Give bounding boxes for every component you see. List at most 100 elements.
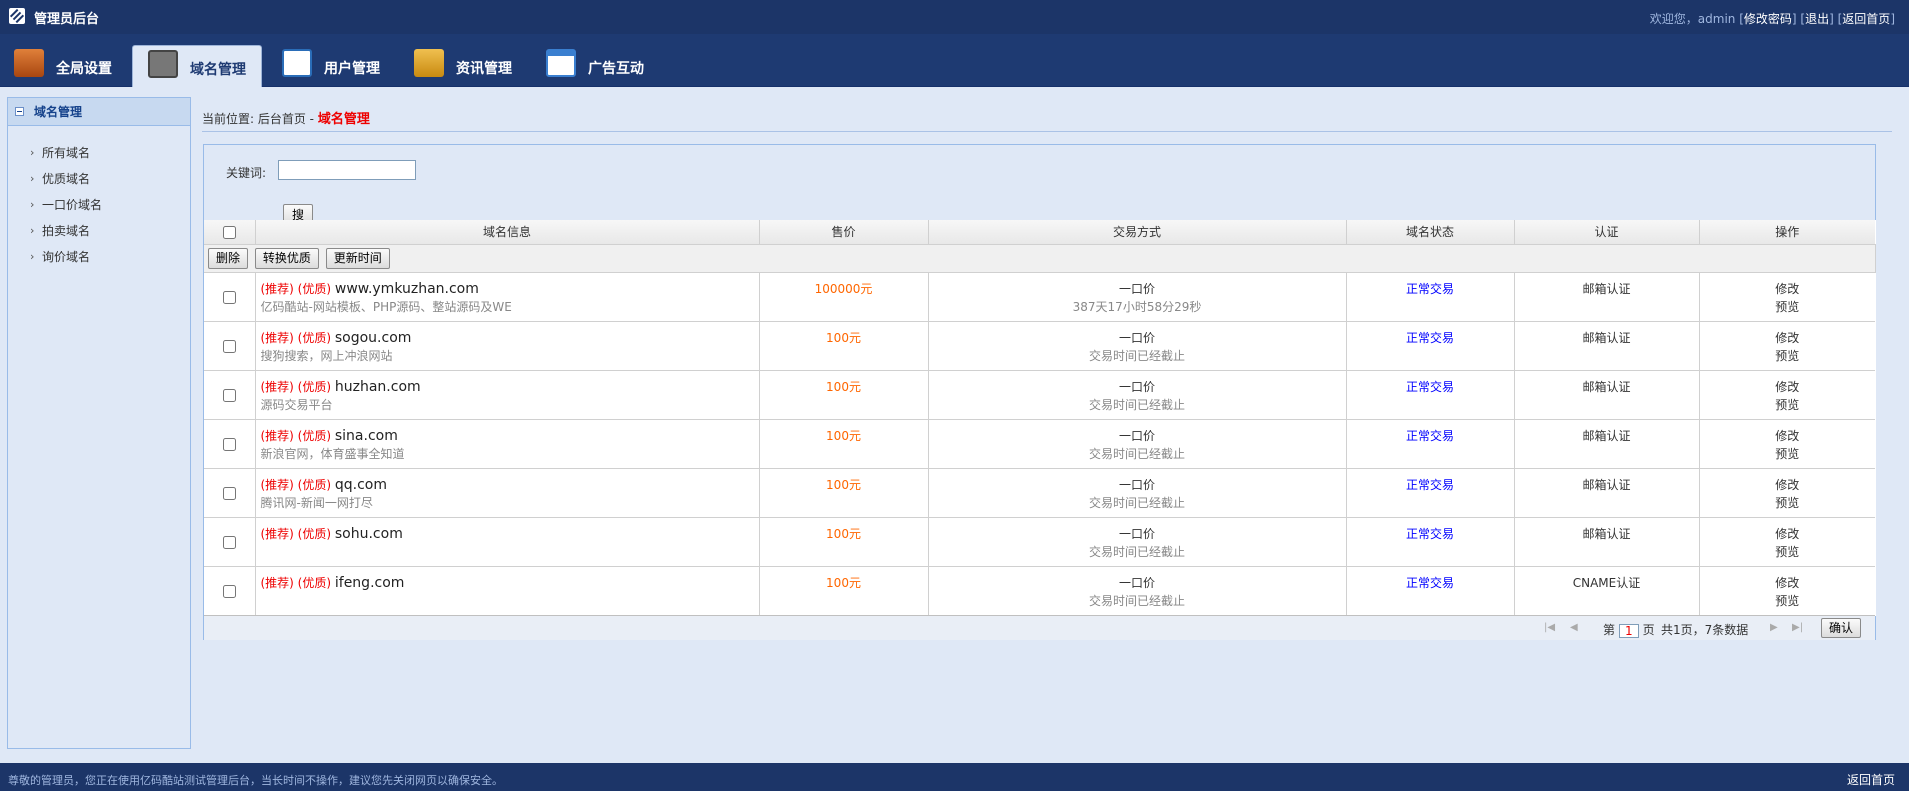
domain-name[interactable]: sohu.com (335, 526, 403, 542)
status-cell: 正常交易 (1346, 517, 1515, 567)
logout-link[interactable]: 退出 (1805, 12, 1829, 26)
footer-message: 尊敬的管理员，您正在使用亿码酷站测试管理后台，当长时间不操作，建议您先关闭网页以… (8, 774, 503, 787)
auth-cell: 邮箱认证 (1514, 272, 1700, 322)
edit-link[interactable]: 修改 (1775, 527, 1799, 541)
convert-premium-button[interactable]: 转换优质 (254, 247, 319, 269)
preview-link[interactable]: 预览 (1775, 496, 1799, 510)
tab-news-management[interactable]: 资讯管理 (400, 45, 528, 87)
price-value: 100元 (826, 526, 861, 541)
trade-mode-detail: 387天17小时58分29秒 (1072, 299, 1202, 314)
edit-link[interactable]: 修改 (1775, 380, 1799, 394)
pagination: |◀ ◀ 第 1 页 共1页，7条数据 ▶ ▶| 确认 (204, 615, 1875, 640)
row-checkbox[interactable] (222, 584, 236, 598)
domain-name[interactable]: qq.com (335, 477, 387, 493)
preview-link[interactable]: 预览 (1775, 398, 1799, 412)
select-all-checkbox[interactable] (222, 225, 236, 239)
column-header[interactable]: 交易方式 (928, 220, 1347, 245)
next-page-icon[interactable]: ▶ (1770, 622, 1778, 633)
row-checkbox[interactable] (222, 486, 236, 500)
auth-cell: 邮箱认证 (1514, 517, 1700, 567)
actions-cell: 修改 预览 (1699, 517, 1875, 567)
sidebar-item-auction-domains[interactable]: › 拍卖域名 (8, 218, 190, 244)
change-password-link[interactable]: 修改密码 (1744, 12, 1792, 26)
preview-link[interactable]: 预览 (1775, 447, 1799, 461)
last-page-icon[interactable]: ▶| (1792, 622, 1803, 633)
main-nav: 全局设置 域名管理 用户管理 资讯管理 广告互动 (0, 34, 1909, 87)
auth-value: 邮箱认证 (1582, 330, 1631, 345)
domain-name[interactable]: sogou.com (335, 330, 412, 346)
preview-link[interactable]: 预览 (1775, 545, 1799, 559)
chevron-right-icon: › (30, 250, 35, 263)
domain-info-cell: (推荐) (优质) www.ymkuzhan.com 亿码酷站-网站模板、PHP源… (255, 272, 760, 322)
sidebar-item-label: 所有域名 (42, 146, 91, 160)
preview-link[interactable]: 预览 (1775, 349, 1799, 363)
sidebar-item-all-domains[interactable]: › 所有域名 (8, 140, 190, 166)
sidebar-item-premium-domains[interactable]: › 优质域名 (8, 166, 190, 192)
domain-info-cell: (推荐) (优质) qq.com 腾讯网-新闻一网打尽 (255, 468, 760, 518)
tab-global-settings[interactable]: 全局设置 (0, 45, 128, 87)
keyword-label: 关键词: (226, 166, 267, 180)
edit-link[interactable]: 修改 (1775, 331, 1799, 345)
row-checkbox[interactable] (222, 339, 236, 353)
keyword-input[interactable] (278, 160, 416, 180)
app-title: 管理员后台 (34, 12, 100, 27)
page-suffix: 页 (1642, 623, 1655, 637)
trade-mode: 一口价 (1118, 477, 1155, 492)
folder-icon (414, 49, 444, 77)
column-header[interactable]: 操作 (1699, 220, 1875, 245)
collapse-icon[interactable] (15, 107, 24, 116)
home-link[interactable]: 返回首页 (1842, 12, 1890, 26)
row-checkbox[interactable] (222, 290, 236, 304)
trade-mode-cell: 一口价 交易时间已经截止 (928, 419, 1347, 469)
status-badge: 正常交易 (1405, 330, 1454, 345)
domain-name[interactable]: www.ymkuzhan.com (335, 281, 479, 297)
trade-mode-detail: 交易时间已经截止 (1088, 446, 1185, 461)
footer-home-link[interactable]: 返回首页 (1847, 771, 1895, 788)
actions-cell: 修改 预览 (1699, 272, 1875, 322)
auth-value: 邮箱认证 (1582, 477, 1631, 492)
confirm-button[interactable]: 确认 (1821, 618, 1862, 638)
row-select-cell (204, 517, 256, 567)
tab-label: 全局设置 (56, 61, 112, 77)
column-header[interactable]: 认证 (1514, 220, 1700, 245)
update-time-button[interactable]: 更新时间 (325, 247, 390, 269)
trade-mode-cell: 一口价 交易时间已经截止 (928, 517, 1347, 567)
column-header[interactable]: 域名状态 (1346, 220, 1515, 245)
page-number-input[interactable]: 1 (1618, 623, 1639, 638)
sidebar-item-fixed-price-domains[interactable]: › 一口价域名 (8, 192, 190, 218)
trade-mode-detail: 交易时间已经截止 (1088, 544, 1185, 559)
chevron-right-icon: › (30, 224, 35, 237)
domain-name[interactable]: ifeng.com (335, 575, 405, 591)
domain-tags: (推荐) (优质) (260, 379, 332, 394)
preview-link[interactable]: 预览 (1775, 300, 1799, 314)
delete-button[interactable]: 删除 (208, 247, 249, 269)
auth-value: CNAME认证 (1572, 575, 1641, 590)
edit-link[interactable]: 修改 (1775, 576, 1799, 590)
row-checkbox[interactable] (222, 388, 236, 402)
column-header[interactable]: 售价 (759, 220, 929, 245)
settings-box-icon (14, 49, 44, 77)
edit-link[interactable]: 修改 (1775, 478, 1799, 492)
first-page-icon[interactable]: |◀ (1544, 622, 1555, 633)
sidebar-header[interactable]: 域名管理 (8, 98, 190, 126)
tab-ad-interaction[interactable]: 广告互动 (532, 45, 660, 87)
welcome-text: 欢迎您，admin (1649, 12, 1736, 26)
domain-tags: (推荐) (优质) (260, 281, 332, 296)
sidebar-item-inquiry-domains[interactable]: › 询价域名 (8, 244, 190, 270)
tab-domain-management[interactable]: 域名管理 (132, 45, 262, 87)
trade-mode: 一口价 (1118, 281, 1155, 296)
row-checkbox[interactable] (222, 535, 236, 549)
preview-link[interactable]: 预览 (1775, 594, 1799, 608)
status-badge: 正常交易 (1405, 526, 1454, 541)
edit-link[interactable]: 修改 (1775, 282, 1799, 296)
tab-user-management[interactable]: 用户管理 (268, 45, 396, 87)
price-cell: 100元 (759, 321, 929, 371)
prev-page-icon[interactable]: ◀ (1570, 622, 1578, 633)
chevron-right-icon: › (30, 146, 35, 159)
domain-name[interactable]: sina.com (335, 428, 398, 444)
row-checkbox[interactable] (222, 437, 236, 451)
domain-name[interactable]: huzhan.com (335, 379, 421, 395)
column-header[interactable]: 域名信息 (255, 220, 760, 245)
edit-link[interactable]: 修改 (1775, 429, 1799, 443)
trade-mode-cell: 一口价 交易时间已经截止 (928, 468, 1347, 518)
